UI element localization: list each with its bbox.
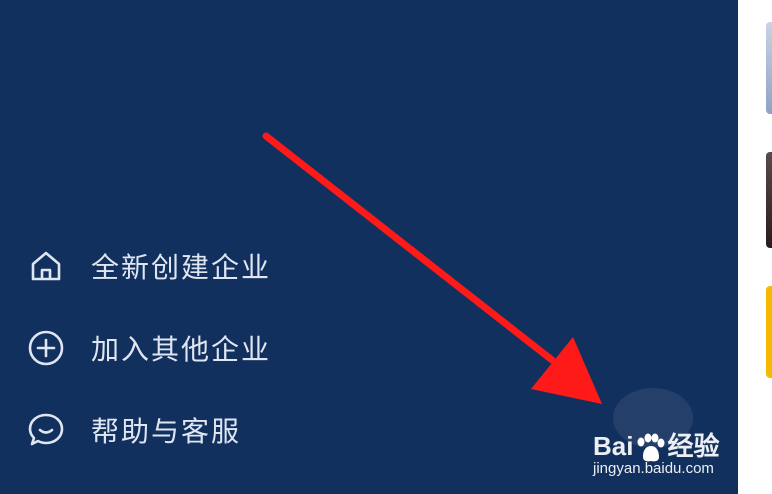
watermark-brand: Bai 经验 bbox=[593, 426, 719, 463]
baidu-paw-icon bbox=[633, 433, 667, 463]
watermark-url: jingyan.baidu.com bbox=[593, 460, 714, 477]
baidu-jingyan-watermark: Bai 经验 jingyan.baidu.com bbox=[593, 388, 743, 480]
watermark-brand-right: 经验 bbox=[667, 431, 720, 461]
screen: 全新创建企业 加入其他企业 帮助与客服 Bai 经验 jingyan.baidu… bbox=[0, 0, 772, 494]
watermark-brand-left: Bai bbox=[593, 431, 634, 461]
